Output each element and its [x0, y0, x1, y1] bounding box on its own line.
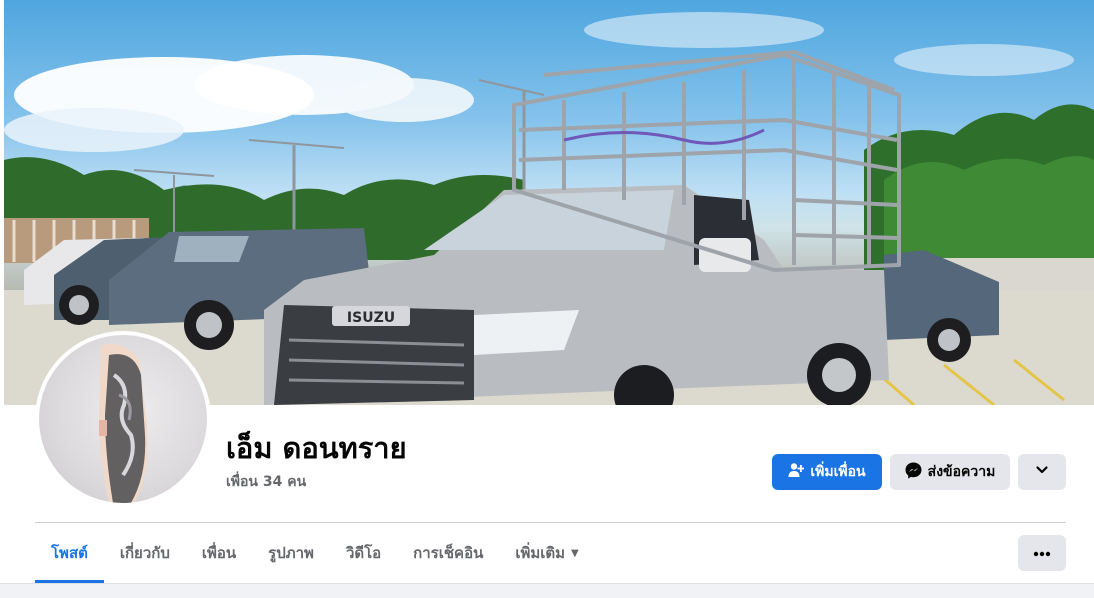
- tattoo-arm-illustration: [99, 344, 148, 503]
- profile-name: เอ็ม ดอนทราย: [226, 431, 407, 465]
- tab-label: วิดีโอ: [345, 544, 382, 562]
- tab-label: การเช็คอิน: [413, 544, 484, 562]
- friends-count[interactable]: เพื่อน 34 คน: [226, 471, 306, 493]
- more-actions-button[interactable]: [1018, 454, 1066, 490]
- profile-tabs: โพสต์ เกี่ยวกับ เพื่อน รูปภาพ วิดีโอ การ…: [35, 523, 595, 583]
- tab-label: เพื่อน: [201, 544, 237, 562]
- profile-avatar[interactable]: [35, 331, 211, 507]
- tab-friends[interactable]: เพื่อน: [186, 523, 252, 583]
- tab-posts[interactable]: โพสต์: [35, 523, 104, 583]
- message-label: ส่งข้อความ: [927, 464, 996, 480]
- page-background-strip: [0, 583, 1094, 598]
- add-friend-button[interactable]: เพิ่มเพื่อน: [772, 454, 882, 490]
- ellipsis-icon: [1033, 545, 1051, 561]
- caret-down-icon: ▼: [571, 547, 579, 559]
- messenger-icon: [905, 462, 922, 483]
- chevron-down-icon: [1035, 463, 1049, 481]
- tab-label: เกี่ยวกับ: [119, 544, 170, 562]
- tab-more[interactable]: เพิ่มเติม ▼: [499, 523, 594, 583]
- tab-videos[interactable]: วิดีโอ: [330, 523, 397, 583]
- person-plus-icon: [788, 462, 805, 482]
- truck-badge: ISUZU: [347, 310, 395, 326]
- tab-photos[interactable]: รูปภาพ: [252, 523, 330, 583]
- message-button[interactable]: ส่งข้อความ: [890, 454, 1010, 490]
- tab-checkins[interactable]: การเช็คอิน: [397, 523, 499, 583]
- overflow-menu-button[interactable]: [1018, 535, 1066, 571]
- add-friend-label: เพิ่มเพื่อน: [810, 464, 866, 480]
- tab-label: รูปภาพ: [268, 544, 314, 562]
- tab-label: เพิ่มเติม: [515, 544, 566, 562]
- tab-about[interactable]: เกี่ยวกับ: [104, 523, 186, 583]
- avatar-image: [39, 335, 207, 503]
- tab-label: โพสต์: [51, 544, 88, 562]
